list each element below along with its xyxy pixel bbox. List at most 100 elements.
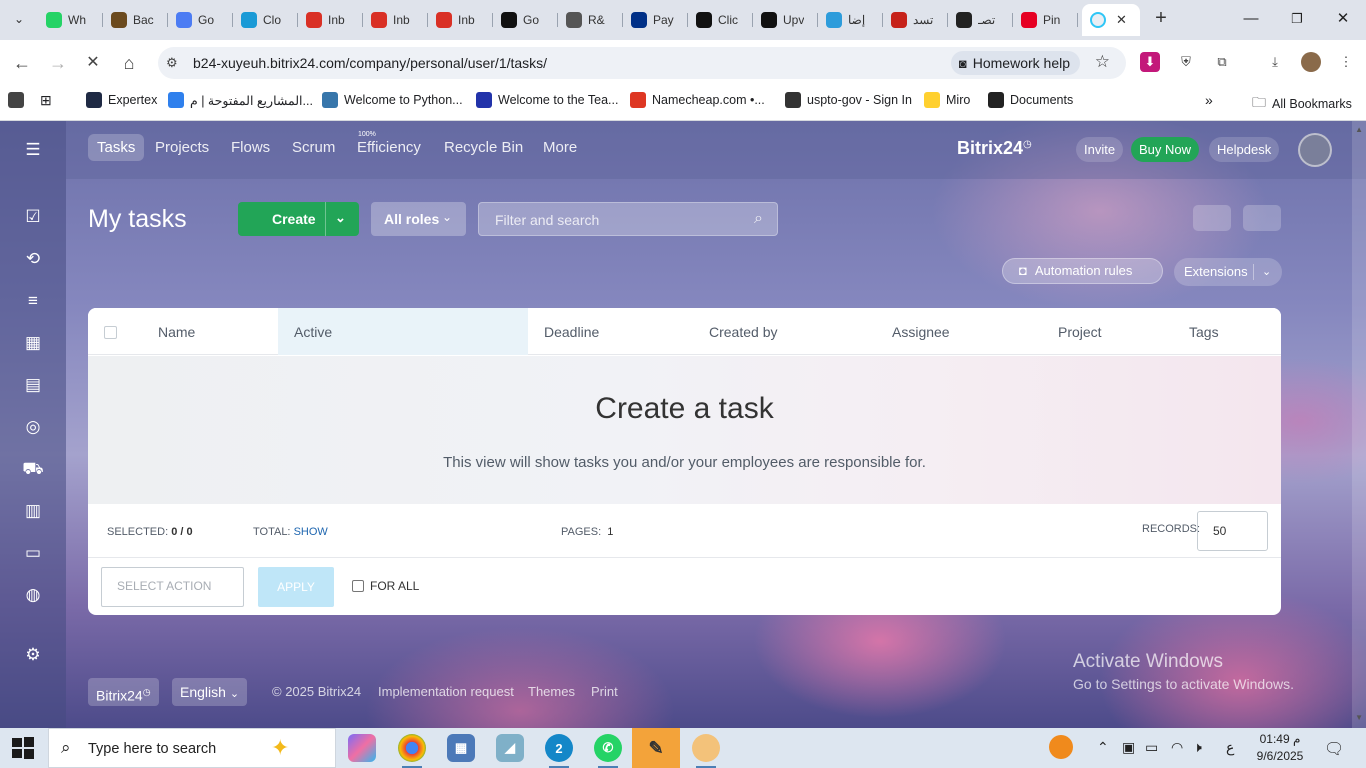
footer-bitrix24-button[interactable]: Bitrix24◷ xyxy=(88,678,159,706)
browser-tab[interactable]: Inb xyxy=(428,4,493,36)
view-toggle-button[interactable] xyxy=(1193,205,1231,231)
automation-rules-button[interactable]: ◘ Automation rules xyxy=(1002,258,1163,284)
taskbar-search-box[interactable]: ⌕ Type here to search ✦ xyxy=(48,728,336,768)
column-assignee[interactable]: Assignee xyxy=(892,324,950,340)
select-action-dropdown[interactable]: SELECT ACTION xyxy=(101,567,244,607)
filter-funnel-icon[interactable]: ≡ xyxy=(21,289,45,313)
target-icon[interactable]: ◎ xyxy=(21,415,45,439)
settings-toggle-button[interactable] xyxy=(1243,205,1281,231)
settings-gear-icon[interactable]: ⚙ xyxy=(21,643,45,667)
scroll-up-icon[interactable]: ▲ xyxy=(1355,125,1363,134)
bookmark-item[interactable]: Expertex xyxy=(86,92,157,108)
avatar-app-icon[interactable] xyxy=(692,734,720,768)
buy-now-button[interactable]: Buy Now xyxy=(1131,137,1200,162)
all-roles-dropdown[interactable]: All roles ⌄ xyxy=(371,202,466,236)
nav-tab-more[interactable]: More xyxy=(543,139,577,156)
analytics-bars-icon[interactable]: ▥ xyxy=(21,499,45,523)
select-all-checkbox[interactable] xyxy=(104,326,117,339)
tab-active-bitrix[interactable]: ✕ xyxy=(1082,4,1140,36)
calculator-app-icon[interactable]: ▦ xyxy=(447,734,475,762)
nav-tab-recycle-bin[interactable]: Recycle Bin xyxy=(444,139,523,156)
nav-tab-flows[interactable]: Flows xyxy=(231,139,270,156)
bookmark-item[interactable]: Welcome to the Tea... xyxy=(476,92,618,108)
sidebar-toggle-icon[interactable] xyxy=(8,92,30,108)
records-per-page-input[interactable]: 50 xyxy=(1197,511,1268,551)
browser-menu-icon[interactable]: ⋮ xyxy=(1336,52,1356,72)
back-arrow-icon[interactable]: ← xyxy=(9,50,35,76)
home-icon[interactable]: ⌂ xyxy=(116,50,142,76)
show-hidden-icons-chevron[interactable]: ⌃ xyxy=(1097,739,1109,756)
apps-grid-icon[interactable]: ⊞ xyxy=(40,92,52,109)
browser-tab[interactable]: تصـ xyxy=(948,4,1013,36)
calendar-icon[interactable]: ▦ xyxy=(21,331,45,355)
close-window-button[interactable]: ✕ xyxy=(1320,6,1366,32)
column-name[interactable]: Name xyxy=(158,324,195,340)
bookmark-star-icon[interactable]: ☆ xyxy=(1095,52,1110,72)
all-bookmarks-folder[interactable]: 🗀 All Bookmarks xyxy=(1252,92,1352,116)
browser-tab[interactable]: Go xyxy=(168,4,233,36)
column-project[interactable]: Project xyxy=(1058,324,1102,340)
for-all-checkbox[interactable] xyxy=(352,580,364,592)
footer-implementation-request-link[interactable]: Implementation request xyxy=(378,678,514,706)
column-active[interactable]: Active xyxy=(278,308,528,355)
bookmark-item[interactable]: Welcome to Python... xyxy=(322,92,463,108)
column-tags[interactable]: Tags xyxy=(1189,324,1219,340)
invite-button[interactable]: Invite xyxy=(1076,137,1124,162)
footer-print-link[interactable]: Print xyxy=(591,678,618,706)
whatsapp-app-icon[interactable]: ✆ xyxy=(594,734,622,768)
stop-loading-icon[interactable]: ✕ xyxy=(80,50,106,76)
nav-tab-projects[interactable]: Projects xyxy=(155,139,209,156)
profile-avatar[interactable] xyxy=(1301,52,1321,72)
apply-button[interactable]: APPLY xyxy=(258,567,334,607)
browser-tab[interactable]: Bac xyxy=(103,4,168,36)
notification-orange-icon[interactable] xyxy=(1049,735,1073,759)
show-total-link[interactable]: SHOW xyxy=(294,526,328,538)
meet-now-icon[interactable]: ▣ xyxy=(1122,739,1135,756)
wifi-icon[interactable]: ◠ xyxy=(1171,739,1183,756)
sketch-app-icon[interactable]: ✎ xyxy=(642,734,670,762)
chevron-down-icon[interactable]: ⌄ xyxy=(335,210,346,226)
omnibox[interactable]: ⚙ b24-xuyeuh.bitrix24.com/company/person… xyxy=(158,47,1126,79)
scroll-down-icon[interactable]: ▼ xyxy=(1355,713,1363,722)
browser-tab[interactable]: Upv xyxy=(753,4,818,36)
nav-tab-tasks[interactable]: Tasks xyxy=(88,134,145,161)
homework-help-button[interactable]: ◙ Homework help xyxy=(950,51,1080,75)
browser-tab[interactable]: Inb xyxy=(363,4,428,36)
volume-icon[interactable]: 🕨 xyxy=(1193,739,1202,756)
robot-icon[interactable]: ◍ xyxy=(21,583,45,607)
browser-tab[interactable]: Pin xyxy=(1013,4,1078,36)
battery-icon[interactable]: ▭ xyxy=(1145,739,1158,756)
footer-themes-link[interactable]: Themes xyxy=(528,678,575,706)
bookmark-item[interactable]: Miro xyxy=(924,92,970,108)
tasks-check-icon[interactable]: ☑ xyxy=(21,205,45,229)
drive-icon[interactable]: ▤ xyxy=(21,373,45,397)
user-avatar[interactable] xyxy=(1298,133,1332,167)
extensions-button[interactable]: Extensions ⌄ xyxy=(1174,258,1282,286)
pen-app-icon[interactable]: ◢ xyxy=(496,734,524,762)
language-selector[interactable]: English ⌄ xyxy=(172,678,248,706)
copilot-app-icon[interactable] xyxy=(348,734,376,762)
column-created-by[interactable]: Created by xyxy=(709,324,777,340)
hamburger-menu-icon[interactable]: ☰ xyxy=(21,138,45,162)
browser-tab[interactable]: Pay xyxy=(623,4,688,36)
forward-arrow-icon[interactable]: → xyxy=(45,50,71,76)
bookmark-item[interactable]: Documents xyxy=(988,92,1073,108)
new-tab-button[interactable]: + xyxy=(1150,8,1172,30)
browser-tab[interactable]: Go xyxy=(493,4,558,36)
search-icon[interactable]: ⌕ xyxy=(754,210,763,228)
chevron-down-icon[interactable]: ⌄ xyxy=(1262,258,1271,286)
browser-tab[interactable]: R& xyxy=(558,4,623,36)
browser-tab[interactable]: Wh xyxy=(38,4,103,36)
for-all-option[interactable]: FOR ALL xyxy=(352,579,419,593)
chrome-app-icon[interactable] xyxy=(398,734,426,768)
taskbar-clock[interactable]: 01:49 م 9/6/2025 xyxy=(1252,731,1308,765)
create-task-button[interactable]: Create ⌄ xyxy=(238,202,359,236)
browser-tab[interactable]: إضا xyxy=(818,4,883,36)
browser-tab[interactable]: تسد xyxy=(883,4,948,36)
bookmark-item[interactable]: المشاريع المفتوحة | م... xyxy=(168,92,313,108)
minimize-button[interactable]: — xyxy=(1228,6,1274,32)
notifications-icon[interactable]: 🗨 xyxy=(1324,739,1344,759)
close-tab-icon[interactable]: ✕ xyxy=(1116,12,1127,28)
helpdesk-button[interactable]: Helpdesk xyxy=(1209,137,1280,162)
browser-tab[interactable]: Inb xyxy=(298,4,363,36)
